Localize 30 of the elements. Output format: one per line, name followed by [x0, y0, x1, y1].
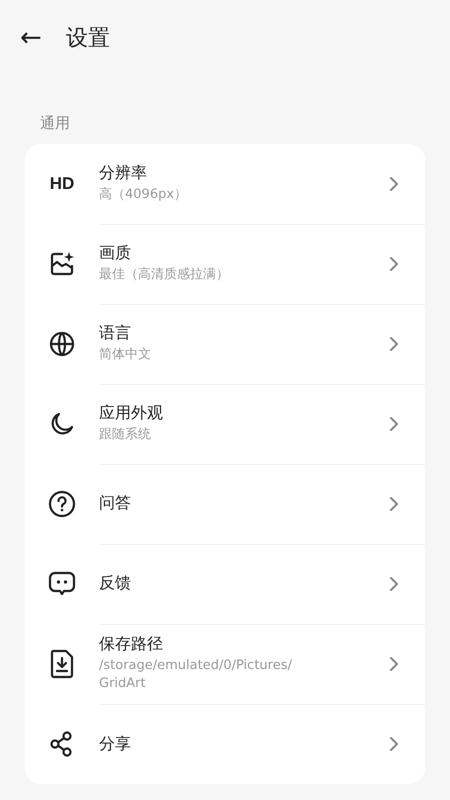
- setting-value: /storage/emulated/0/Pictures/ GridArt: [99, 657, 293, 693]
- back-button[interactable]: ←: [20, 25, 42, 51]
- chat-icon: [47, 570, 77, 598]
- chevron-right-icon: [389, 336, 399, 352]
- chevron-right-icon: [389, 736, 399, 752]
- setting-title[interactable]: 分享: [99, 734, 389, 754]
- setting-title[interactable]: 画质: [99, 243, 389, 264]
- chevron-right-icon: [389, 496, 399, 512]
- download-file-icon: [49, 649, 75, 679]
- section-label: 通用: [40, 114, 70, 132]
- setting-value: 跟随系统: [99, 426, 152, 444]
- setting-title[interactable]: 分辨率: [99, 163, 389, 184]
- chevron-right-icon: [389, 576, 399, 592]
- setting-title[interactable]: 反馈: [99, 573, 389, 594]
- globe-icon: [48, 330, 76, 358]
- hd-icon: HD: [50, 174, 74, 194]
- chevron-right-icon: [389, 176, 399, 192]
- setting-value: 最佳（高清质感拉满）: [99, 266, 230, 284]
- setting-title[interactable]: 保存路径: [99, 634, 389, 655]
- chevron-right-icon: [389, 656, 399, 672]
- chevron-right-icon: [389, 256, 399, 272]
- folder-sparkle-icon: [48, 250, 76, 278]
- chevron-right-icon: [389, 416, 399, 432]
- help-icon: [48, 490, 76, 518]
- page-title: 设置: [66, 25, 110, 53]
- setting-value: 简体中文: [99, 346, 152, 364]
- setting-title[interactable]: 应用外观: [99, 403, 389, 424]
- setting-title[interactable]: 语言: [99, 323, 389, 344]
- setting-title[interactable]: 问答: [99, 493, 389, 514]
- setting-value: 高（4096px）: [99, 186, 188, 204]
